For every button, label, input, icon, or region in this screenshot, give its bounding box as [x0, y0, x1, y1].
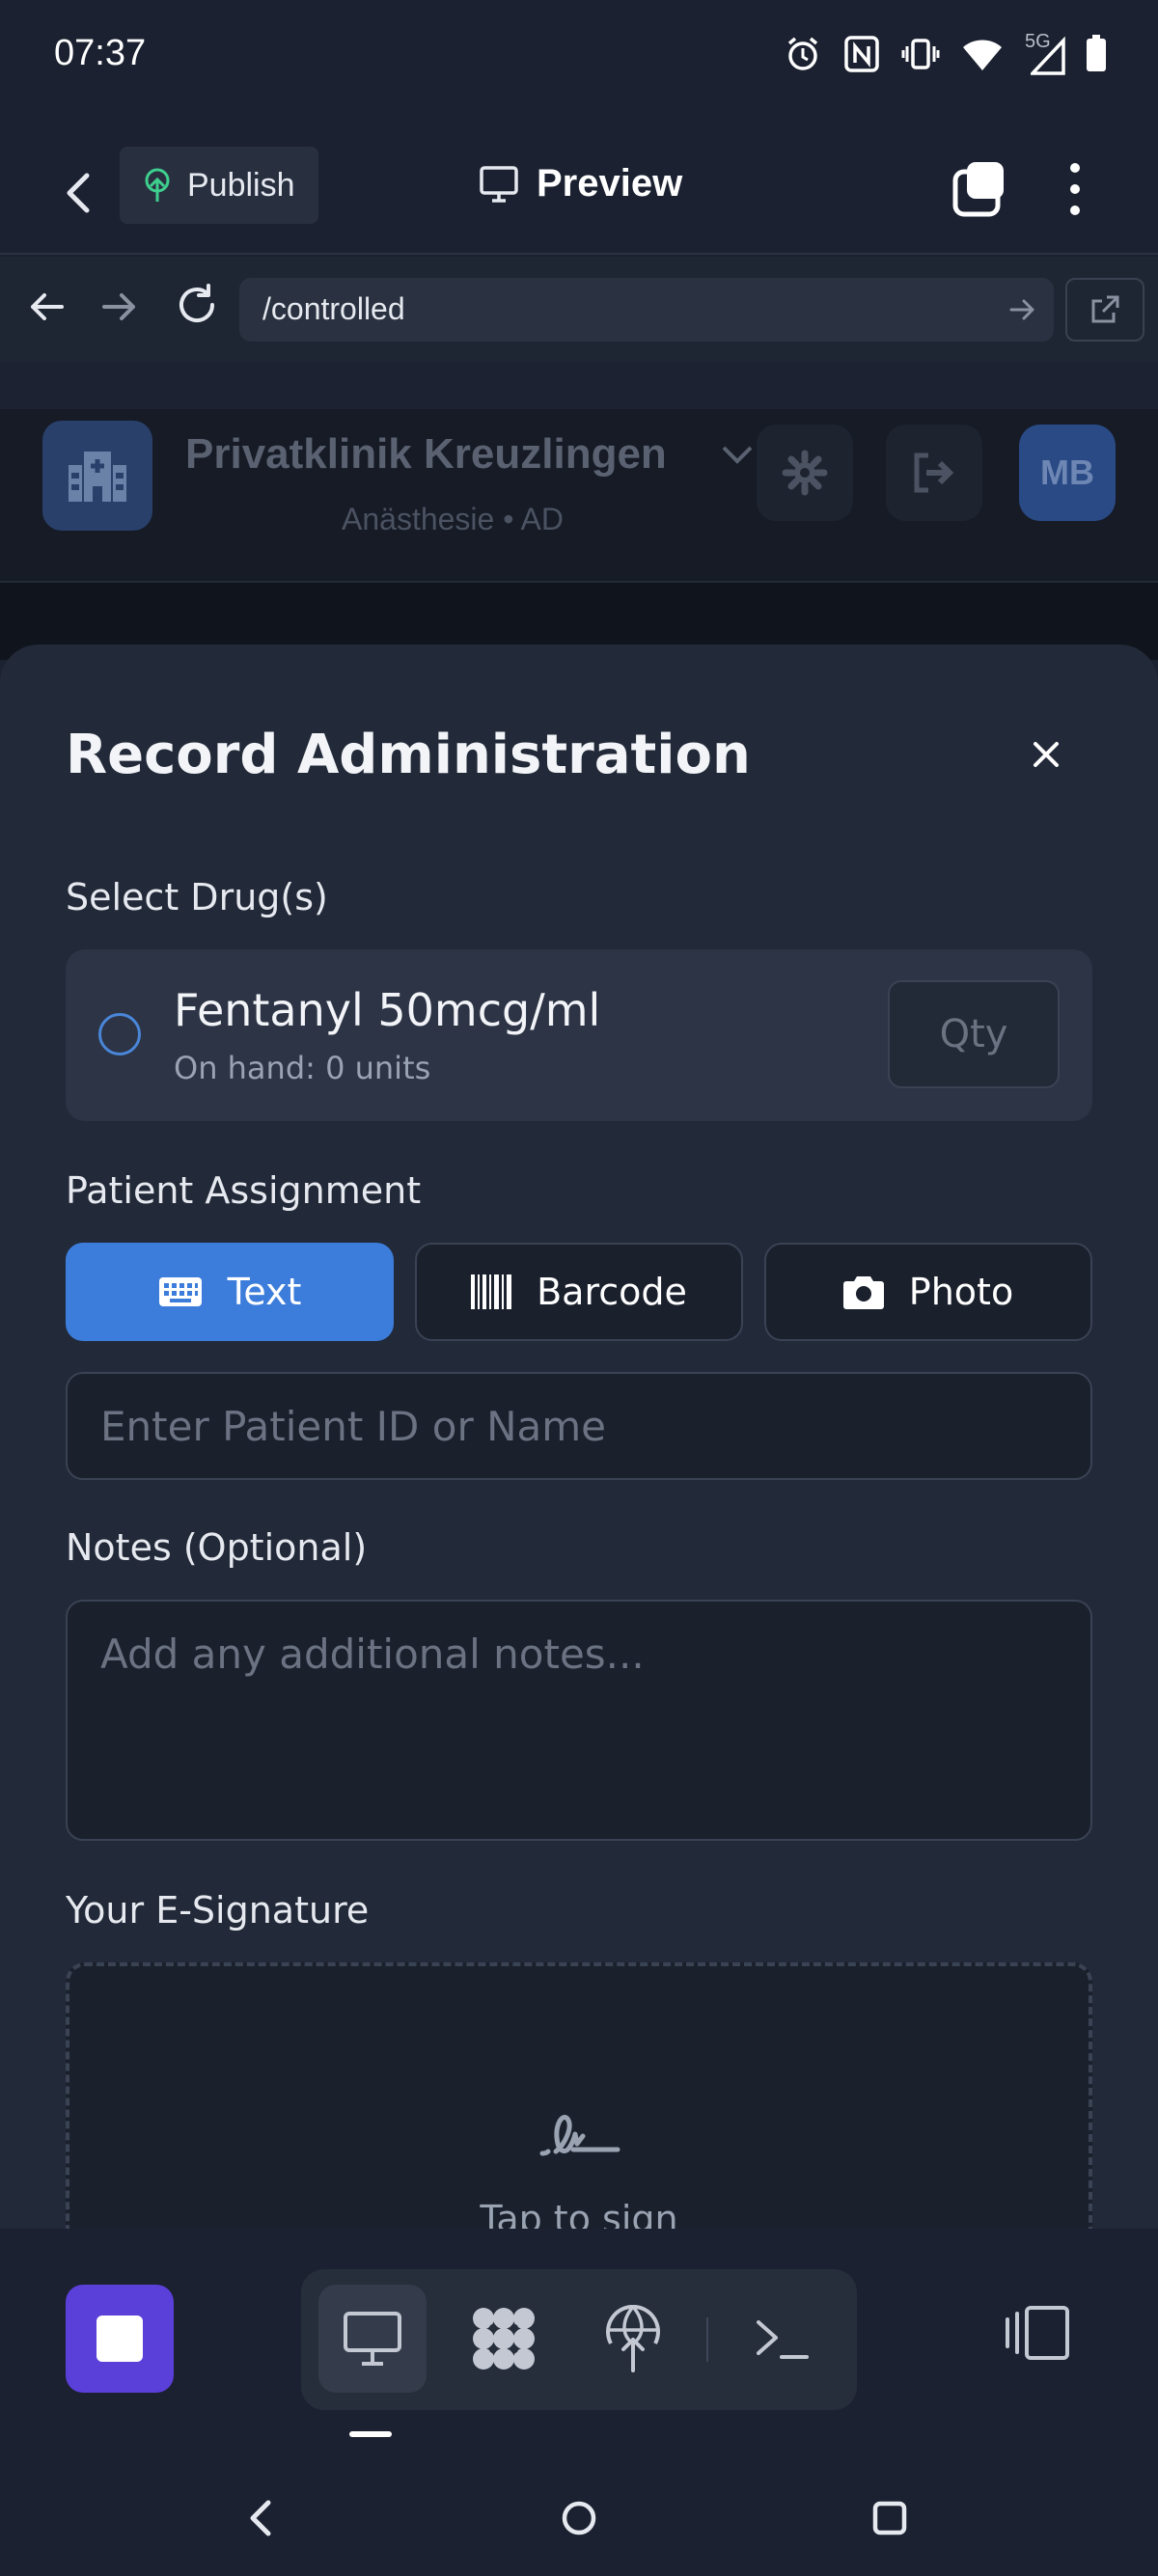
drug-radio[interactable] — [98, 1013, 141, 1055]
browser-back-button[interactable] — [25, 286, 68, 332]
qty-input[interactable] — [888, 980, 1060, 1088]
arrow-right-icon — [102, 293, 135, 320]
mode-divider — [706, 2317, 708, 2362]
vibrate-icon — [901, 39, 940, 69]
globe-upload-icon — [606, 2305, 660, 2372]
signature-label: Your E-Signature — [66, 1889, 370, 1932]
wifi-icon — [963, 40, 1002, 70]
signal-group: 5G — [1025, 31, 1065, 75]
more-vertical-icon — [1070, 163, 1080, 215]
patient-mode-barcode-button[interactable]: Barcode — [415, 1243, 743, 1341]
sheet-title: Record Administration — [66, 724, 751, 786]
tabs-icon — [952, 162, 1004, 217]
chevron-left-icon — [67, 173, 90, 213]
nfc-icon — [844, 36, 879, 72]
signature-icon — [539, 2115, 620, 2156]
close-button[interactable] — [1025, 733, 1067, 776]
patient-mode-barcode-label: Barcode — [537, 1271, 687, 1313]
signature-pad[interactable]: Tap to sign — [66, 1962, 1092, 2229]
clinic-subtitle: Anästhesie • AD — [342, 502, 564, 536]
open-external-button[interactable] — [1065, 278, 1144, 342]
signature-hint: Tap to sign — [480, 2198, 678, 2229]
clinic-name[interactable]: Privatklinik Kreuzlingen — [185, 430, 667, 479]
system-navigation-bar — [0, 2460, 1158, 2576]
active-indicator — [349, 2431, 392, 2437]
stop-icon — [96, 2316, 143, 2362]
publish-icon — [145, 168, 170, 202]
avatar[interactable]: MB — [1019, 425, 1116, 521]
nav-back-icon[interactable] — [245, 2497, 274, 2539]
chevron-down-icon[interactable] — [720, 444, 755, 467]
select-drug-label: Select Drug(s) — [66, 876, 328, 918]
nav-home-icon[interactable] — [560, 2499, 598, 2537]
notes-textarea[interactable] — [66, 1600, 1092, 1841]
browser-url-bar: /controlled — [0, 257, 1158, 363]
settings-button[interactable] — [757, 425, 853, 521]
mode-switcher — [301, 2269, 857, 2410]
record-administration-sheet: Record Administration Select Drug(s) Fen… — [0, 644, 1158, 2229]
terminal-icon — [757, 2320, 809, 2359]
clinic-logo — [42, 421, 152, 531]
patient-mode-text-label: Text — [227, 1271, 302, 1313]
publish-button[interactable]: Publish — [120, 147, 318, 224]
status-icons: 5G — [784, 31, 1108, 75]
desktop-mode-button[interactable] — [318, 2285, 427, 2393]
hospital-icon — [69, 452, 126, 502]
nav-recents-icon[interactable] — [872, 2501, 907, 2535]
reload-icon — [179, 284, 214, 322]
logout-icon — [914, 452, 954, 493]
logout-button[interactable] — [886, 425, 982, 521]
status-time: 07:37 — [54, 33, 147, 73]
app-bar: Publish Preview — [0, 135, 1158, 255]
device-toggle-button[interactable] — [1004, 2304, 1071, 2366]
bottom-toolbar — [0, 2229, 1158, 2460]
barcode-icon — [471, 1274, 512, 1309]
browser-reload-button[interactable] — [174, 282, 220, 332]
go-arrow-icon[interactable] — [1007, 295, 1036, 324]
patient-assignment-label: Patient Assignment — [66, 1169, 422, 1212]
grid-blob-icon — [473, 2308, 535, 2370]
gear-icon — [782, 450, 828, 496]
drug-on-hand: On hand: 0 units — [174, 1050, 431, 1086]
terminal-mode-button[interactable] — [728, 2285, 836, 2393]
url-text: /controlled — [262, 291, 405, 326]
browser-forward-button[interactable] — [98, 286, 141, 332]
camera-icon — [842, 1276, 884, 1309]
monitor-icon — [480, 165, 518, 203]
preview-label: Preview — [537, 162, 683, 205]
back-button[interactable] — [54, 164, 100, 222]
notes-label: Notes (Optional) — [66, 1526, 368, 1569]
preview-toggle[interactable]: Preview — [479, 162, 682, 206]
device-frame-icon — [1006, 2306, 1069, 2360]
patient-mode-text-button[interactable]: Text — [66, 1243, 394, 1341]
patient-mode-photo-label: Photo — [908, 1271, 1014, 1313]
deploy-mode-button[interactable] — [579, 2285, 687, 2393]
close-icon — [1034, 742, 1059, 767]
external-link-icon — [1091, 295, 1119, 323]
arrow-left-icon — [31, 293, 64, 320]
drug-option[interactable]: Fentanyl 50mcg/ml On hand: 0 units — [66, 949, 1092, 1121]
stop-button[interactable] — [66, 2285, 174, 2393]
publish-label: Publish — [187, 166, 295, 204]
monitor-icon — [344, 2312, 401, 2366]
keyboard-icon — [158, 1277, 202, 1306]
patient-id-input[interactable] — [66, 1372, 1092, 1480]
more-menu-button[interactable] — [1058, 160, 1092, 222]
status-bar: 07:37 5G — [0, 0, 1158, 116]
alarm-icon — [787, 37, 818, 70]
clinic-header: Privatklinik Kreuzlingen Anästhesie • AD… — [0, 409, 1158, 583]
drug-name: Fentanyl 50mcg/ml — [174, 984, 601, 1036]
components-mode-button[interactable] — [450, 2285, 558, 2393]
tabs-button[interactable] — [951, 158, 1009, 222]
signal-icon — [1031, 37, 1065, 75]
battery-icon — [1087, 35, 1106, 71]
patient-mode-photo-button[interactable]: Photo — [764, 1243, 1092, 1341]
url-field[interactable]: /controlled — [239, 278, 1054, 342]
